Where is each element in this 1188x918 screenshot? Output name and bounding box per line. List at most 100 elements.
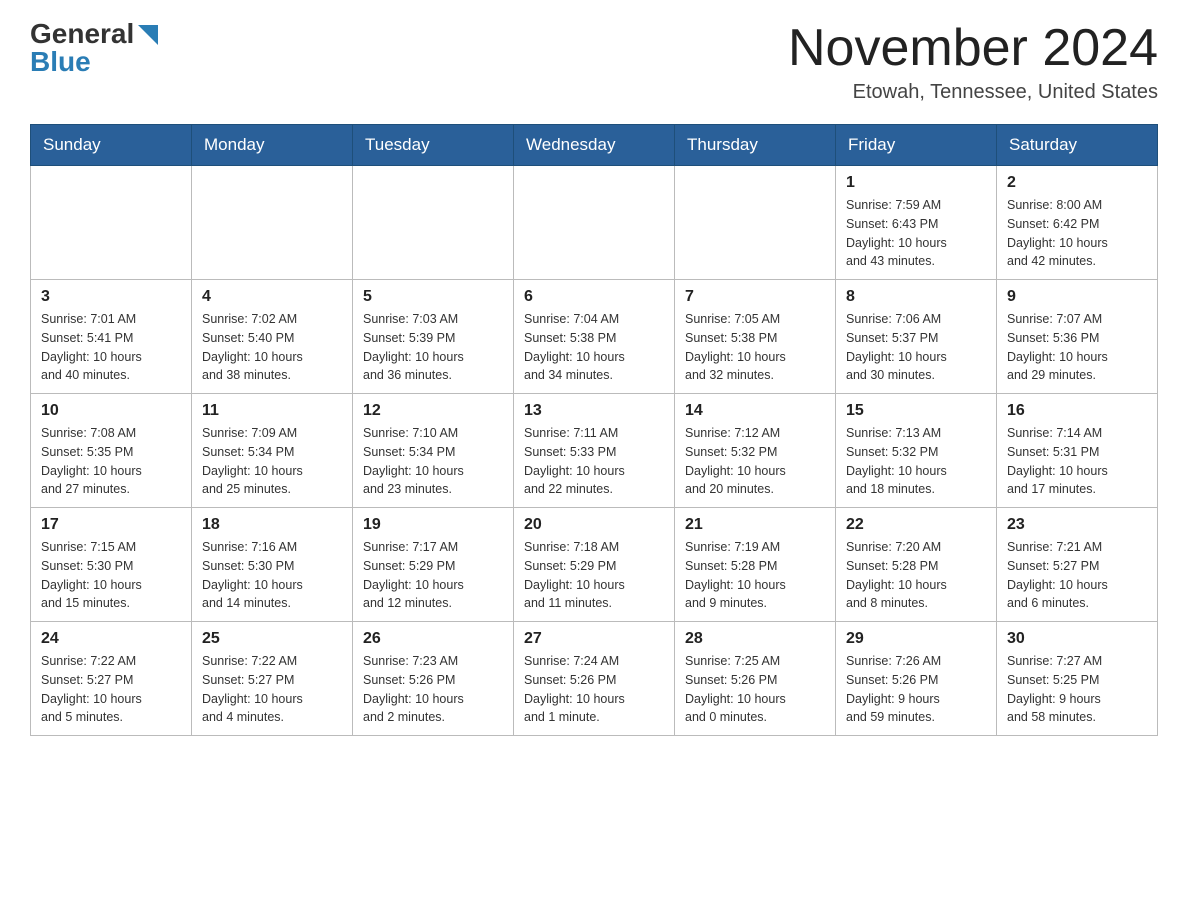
location-text: Etowah, Tennessee, United States bbox=[788, 81, 1158, 104]
day-number: 5 bbox=[363, 288, 503, 306]
calendar-cell: 22 Sunrise: 7:20 AM Sunset: 5:28 PM Dayli… bbox=[836, 508, 997, 622]
day-number: 10 bbox=[41, 402, 181, 420]
day-info: Sunrise: 7:24 AM Sunset: 5:26 PM Dayligh… bbox=[524, 652, 664, 727]
day-number: 4 bbox=[202, 288, 342, 306]
day-info: Sunrise: 7:22 AM Sunset: 5:27 PM Dayligh… bbox=[202, 652, 342, 727]
calendar-cell: 25 Sunrise: 7:22 AM Sunset: 5:27 PM Dayli… bbox=[192, 622, 353, 736]
calendar-cell: 1 Sunrise: 7:59 AM Sunset: 6:43 PM Daylig… bbox=[836, 166, 997, 280]
day-info: Sunrise: 7:14 AM Sunset: 5:31 PM Dayligh… bbox=[1007, 424, 1147, 499]
title-section: November 2024 Etowah, Tennessee, United … bbox=[788, 20, 1158, 104]
calendar-cell: 30Sunrise: 7:27 AM Sunset: 5:25 PM Dayli… bbox=[997, 622, 1158, 736]
calendar-cell: 9 Sunrise: 7:07 AM Sunset: 5:36 PM Daylig… bbox=[997, 280, 1158, 394]
day-info: Sunrise: 7:19 AM Sunset: 5:28 PM Dayligh… bbox=[685, 538, 825, 613]
calendar-cell: 26 Sunrise: 7:23 AM Sunset: 5:26 PM Dayli… bbox=[353, 622, 514, 736]
weekday-header-tuesday: Tuesday bbox=[353, 125, 514, 166]
page-header: General Blue November 2024 Etowah, Tenne… bbox=[30, 20, 1158, 104]
day-number: 29 bbox=[846, 630, 986, 648]
day-info: Sunrise: 7:15 AM Sunset: 5:30 PM Dayligh… bbox=[41, 538, 181, 613]
calendar-cell bbox=[192, 166, 353, 280]
day-info: Sunrise: 7:13 AM Sunset: 5:32 PM Dayligh… bbox=[846, 424, 986, 499]
calendar-week-2: 3 Sunrise: 7:01 AM Sunset: 5:41 PM Daylig… bbox=[31, 280, 1158, 394]
day-number: 19 bbox=[363, 516, 503, 534]
day-number: 15 bbox=[846, 402, 986, 420]
day-number: 9 bbox=[1007, 288, 1147, 306]
logo-blue-text: Blue bbox=[30, 48, 91, 76]
day-info: Sunrise: 7:26 AM Sunset: 5:26 PM Dayligh… bbox=[846, 652, 986, 727]
day-info: Sunrise: 7:21 AM Sunset: 5:27 PM Dayligh… bbox=[1007, 538, 1147, 613]
weekday-header-friday: Friday bbox=[836, 125, 997, 166]
calendar-cell: 18Sunrise: 7:16 AM Sunset: 5:30 PM Dayli… bbox=[192, 508, 353, 622]
day-number: 23 bbox=[1007, 516, 1147, 534]
day-info: Sunrise: 7:20 AM Sunset: 5:28 PM Dayligh… bbox=[846, 538, 986, 613]
day-info: Sunrise: 7:09 AM Sunset: 5:34 PM Dayligh… bbox=[202, 424, 342, 499]
day-info: Sunrise: 7:12 AM Sunset: 5:32 PM Dayligh… bbox=[685, 424, 825, 499]
day-info: Sunrise: 7:03 AM Sunset: 5:39 PM Dayligh… bbox=[363, 310, 503, 385]
calendar-cell: 23 Sunrise: 7:21 AM Sunset: 5:27 PM Dayli… bbox=[997, 508, 1158, 622]
logo-general-text: General bbox=[30, 20, 134, 48]
day-info: Sunrise: 7:11 AM Sunset: 5:33 PM Dayligh… bbox=[524, 424, 664, 499]
day-info: Sunrise: 7:05 AM Sunset: 5:38 PM Dayligh… bbox=[685, 310, 825, 385]
day-info: Sunrise: 8:00 AM Sunset: 6:42 PM Dayligh… bbox=[1007, 196, 1147, 271]
logo: General Blue bbox=[30, 20, 158, 76]
day-number: 11 bbox=[202, 402, 342, 420]
day-number: 14 bbox=[685, 402, 825, 420]
day-number: 3 bbox=[41, 288, 181, 306]
day-info: Sunrise: 7:10 AM Sunset: 5:34 PM Dayligh… bbox=[363, 424, 503, 499]
day-info: Sunrise: 7:23 AM Sunset: 5:26 PM Dayligh… bbox=[363, 652, 503, 727]
day-number: 22 bbox=[846, 516, 986, 534]
calendar-cell: 5 Sunrise: 7:03 AM Sunset: 5:39 PM Daylig… bbox=[353, 280, 514, 394]
day-number: 26 bbox=[363, 630, 503, 648]
calendar-cell: 20 Sunrise: 7:18 AM Sunset: 5:29 PM Dayli… bbox=[514, 508, 675, 622]
day-info: Sunrise: 7:22 AM Sunset: 5:27 PM Dayligh… bbox=[41, 652, 181, 727]
calendar-week-3: 10 Sunrise: 7:08 AM Sunset: 5:35 PM Dayli… bbox=[31, 394, 1158, 508]
calendar-week-1: 1 Sunrise: 7:59 AM Sunset: 6:43 PM Daylig… bbox=[31, 166, 1158, 280]
calendar-cell bbox=[353, 166, 514, 280]
weekday-header-saturday: Saturday bbox=[997, 125, 1158, 166]
day-info: Sunrise: 7:08 AM Sunset: 5:35 PM Dayligh… bbox=[41, 424, 181, 499]
calendar-cell: 29 Sunrise: 7:26 AM Sunset: 5:26 PM Dayli… bbox=[836, 622, 997, 736]
calendar-cell: 4 Sunrise: 7:02 AM Sunset: 5:40 PM Daylig… bbox=[192, 280, 353, 394]
day-number: 25 bbox=[202, 630, 342, 648]
day-number: 8 bbox=[846, 288, 986, 306]
day-info: Sunrise: 7:18 AM Sunset: 5:29 PM Dayligh… bbox=[524, 538, 664, 613]
calendar-cell: 6Sunrise: 7:04 AM Sunset: 5:38 PM Daylig… bbox=[514, 280, 675, 394]
weekday-header-sunday: Sunday bbox=[31, 125, 192, 166]
calendar-cell: 7 Sunrise: 7:05 AM Sunset: 5:38 PM Daylig… bbox=[675, 280, 836, 394]
calendar-cell: 27 Sunrise: 7:24 AM Sunset: 5:26 PM Dayli… bbox=[514, 622, 675, 736]
day-number: 17 bbox=[41, 516, 181, 534]
day-number: 24 bbox=[41, 630, 181, 648]
calendar-cell bbox=[514, 166, 675, 280]
day-number: 6 bbox=[524, 288, 664, 306]
calendar-cell bbox=[675, 166, 836, 280]
day-number: 7 bbox=[685, 288, 825, 306]
calendar-cell: 24 Sunrise: 7:22 AM Sunset: 5:27 PM Dayli… bbox=[31, 622, 192, 736]
day-info: Sunrise: 7:59 AM Sunset: 6:43 PM Dayligh… bbox=[846, 196, 986, 271]
day-number: 2 bbox=[1007, 174, 1147, 192]
calendar-cell: 15 Sunrise: 7:13 AM Sunset: 5:32 PM Dayli… bbox=[836, 394, 997, 508]
calendar-cell: 2 Sunrise: 8:00 AM Sunset: 6:42 PM Daylig… bbox=[997, 166, 1158, 280]
day-info: Sunrise: 7:02 AM Sunset: 5:40 PM Dayligh… bbox=[202, 310, 342, 385]
calendar-cell: 3 Sunrise: 7:01 AM Sunset: 5:41 PM Daylig… bbox=[31, 280, 192, 394]
calendar-cell: 10 Sunrise: 7:08 AM Sunset: 5:35 PM Dayli… bbox=[31, 394, 192, 508]
day-info: Sunrise: 7:07 AM Sunset: 5:36 PM Dayligh… bbox=[1007, 310, 1147, 385]
day-info: Sunrise: 7:06 AM Sunset: 5:37 PM Dayligh… bbox=[846, 310, 986, 385]
day-info: Sunrise: 7:25 AM Sunset: 5:26 PM Dayligh… bbox=[685, 652, 825, 727]
day-info: Sunrise: 7:27 AM Sunset: 5:25 PM Dayligh… bbox=[1007, 652, 1147, 727]
weekday-header-monday: Monday bbox=[192, 125, 353, 166]
day-number: 20 bbox=[524, 516, 664, 534]
calendar-header-row: SundayMondayTuesdayWednesdayThursdayFrid… bbox=[31, 125, 1158, 166]
calendar-cell: 19 Sunrise: 7:17 AM Sunset: 5:29 PM Dayli… bbox=[353, 508, 514, 622]
day-number: 27 bbox=[524, 630, 664, 648]
calendar-cell: 21 Sunrise: 7:19 AM Sunset: 5:28 PM Dayli… bbox=[675, 508, 836, 622]
day-number: 1 bbox=[846, 174, 986, 192]
day-number: 13 bbox=[524, 402, 664, 420]
day-number: 18 bbox=[202, 516, 342, 534]
calendar-cell: 14 Sunrise: 7:12 AM Sunset: 5:32 PM Dayli… bbox=[675, 394, 836, 508]
day-number: 21 bbox=[685, 516, 825, 534]
calendar-cell: 16Sunrise: 7:14 AM Sunset: 5:31 PM Dayli… bbox=[997, 394, 1158, 508]
calendar-cell: 11 Sunrise: 7:09 AM Sunset: 5:34 PM Dayli… bbox=[192, 394, 353, 508]
day-number: 12 bbox=[363, 402, 503, 420]
day-info: Sunrise: 7:17 AM Sunset: 5:29 PM Dayligh… bbox=[363, 538, 503, 613]
calendar-cell: 12 Sunrise: 7:10 AM Sunset: 5:34 PM Dayli… bbox=[353, 394, 514, 508]
day-info: Sunrise: 7:01 AM Sunset: 5:41 PM Dayligh… bbox=[41, 310, 181, 385]
